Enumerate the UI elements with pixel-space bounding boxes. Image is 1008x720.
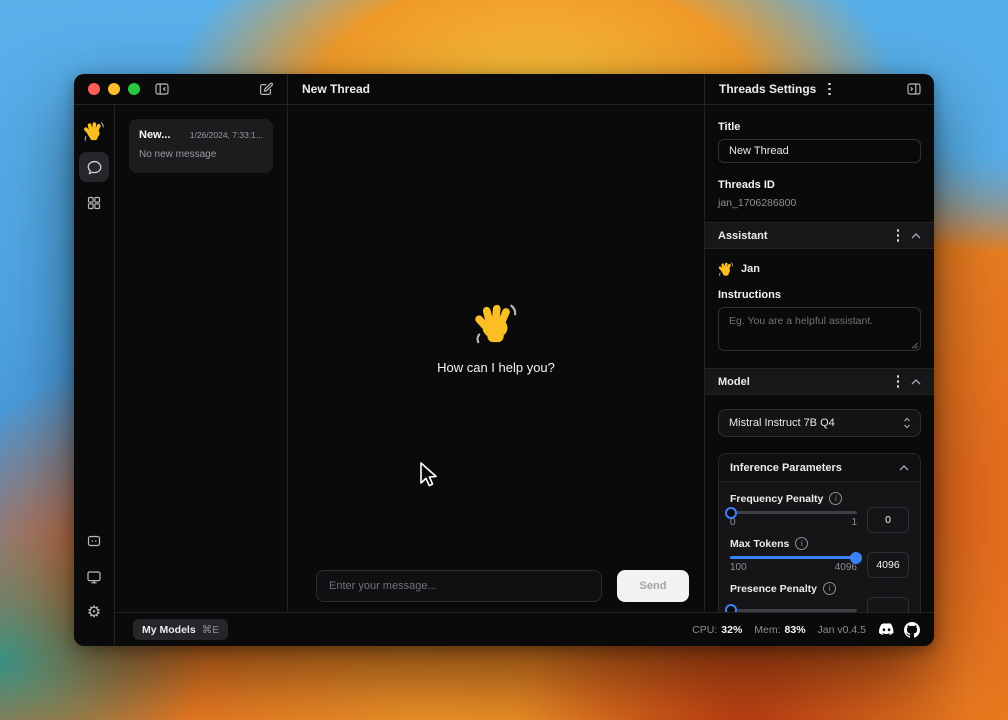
topbar-main-section: New Thread: [288, 74, 705, 104]
slider-knob[interactable]: [725, 604, 737, 612]
thread-list: New... 1/26/2024, 7:33:1... No new messa…: [115, 105, 288, 612]
close-window-button[interactable]: [88, 83, 100, 95]
settings-gear-icon: ⚙: [87, 605, 101, 621]
empty-thread-hero: How can I help you?: [288, 105, 704, 570]
chevron-up-icon[interactable]: [899, 465, 909, 471]
github-icon[interactable]: [904, 622, 920, 638]
greeting-text: How can I help you?: [437, 360, 555, 375]
presence-penalty-value[interactable]: [867, 597, 909, 612]
assistant-menu-icon[interactable]: [895, 227, 902, 244]
message-input-row: Send: [316, 570, 689, 602]
info-icon[interactable]: [829, 492, 842, 505]
frequency-penalty-value[interactable]: 0: [867, 507, 909, 533]
assistant-section-header[interactable]: Assistant: [705, 222, 934, 249]
thread-settings-menu-icon[interactable]: [826, 81, 833, 98]
message-input[interactable]: [316, 570, 602, 602]
inference-parameters-card: Inference Parameters Frequency Penalty: [718, 453, 921, 612]
slider-knob[interactable]: [850, 552, 862, 564]
collapse-right-panel-icon[interactable]: [906, 81, 922, 97]
my-models-button[interactable]: My Models ⌘E: [133, 619, 228, 640]
model-select[interactable]: Mistral Instruct 7B Q4: [718, 409, 921, 437]
sidebar-item-system-monitor[interactable]: [79, 562, 109, 592]
app-version: Jan v0.4.5: [818, 624, 866, 636]
threads-id-label: Threads ID: [718, 179, 921, 191]
model-selected-value: Mistral Instruct 7B Q4: [729, 417, 835, 429]
sidebar-item-chat[interactable]: [79, 152, 109, 182]
assistant-name: Jan: [741, 263, 760, 275]
info-icon[interactable]: [795, 537, 808, 550]
app-logo-wave-emoji[interactable]: [79, 116, 109, 146]
discord-icon[interactable]: [878, 623, 895, 636]
threads-id-value: jan_1706286800: [718, 197, 921, 209]
thread-title-input[interactable]: [718, 139, 921, 163]
cpu-value: 32%: [721, 624, 742, 636]
thread-item-timestamp: 1/26/2024, 7:33:1...: [190, 130, 263, 140]
max-tokens-slider[interactable]: [730, 556, 857, 559]
mem-label: Mem:: [754, 624, 780, 636]
chevron-up-icon[interactable]: [911, 233, 921, 239]
mem-value: 83%: [785, 624, 806, 636]
instructions-label: Instructions: [718, 289, 921, 301]
send-button[interactable]: Send: [617, 570, 689, 602]
max-tokens-param: Max Tokens 100: [730, 537, 909, 575]
window-topbar: New Thread Threads Settings: [74, 74, 934, 105]
thread-item-title: New...: [139, 129, 170, 141]
my-models-shortcut: ⌘E: [202, 624, 220, 636]
model-menu-icon[interactable]: [895, 373, 902, 390]
topbar-right-section: Threads Settings: [705, 74, 934, 104]
max-tokens-value[interactable]: 4096: [867, 552, 909, 578]
presence-penalty-param: Presence Penalty: [730, 582, 909, 612]
zoom-window-button[interactable]: [128, 83, 140, 95]
mouse-cursor: [417, 461, 439, 491]
sidebar-item-local-server[interactable]: [79, 526, 109, 556]
collapse-left-panel-icon[interactable]: [154, 81, 170, 97]
instructions-textarea[interactable]: [718, 307, 921, 351]
thread-list-item[interactable]: New... 1/26/2024, 7:33:1... No new messa…: [129, 119, 273, 173]
select-updown-icon: [903, 417, 911, 429]
wave-emoji: [718, 261, 734, 277]
desktop-wallpaper: { "topbar": { "main_title": "New Thread"…: [0, 0, 1008, 720]
slider-knob[interactable]: [725, 507, 737, 519]
panel-title: Threads Settings: [719, 82, 816, 96]
chat-area: How can I help you? Send: [288, 105, 705, 612]
main-title: New Thread: [302, 82, 370, 96]
model-section-header[interactable]: Model: [705, 368, 934, 395]
presence-penalty-slider[interactable]: [730, 609, 857, 612]
inference-parameters-header[interactable]: Inference Parameters: [719, 454, 920, 482]
info-icon[interactable]: [823, 582, 836, 595]
title-label: Title: [718, 121, 921, 133]
frequency-penalty-slider[interactable]: [730, 511, 857, 514]
new-thread-icon[interactable]: [258, 81, 274, 97]
sidebar-item-hub[interactable]: [79, 188, 109, 218]
jan-app-window: New Thread Threads Settings: [74, 74, 934, 646]
topbar-left-section: [74, 74, 288, 104]
status-bar: My Models ⌘E CPU: 32% Mem: 83% Jan v0.4.…: [115, 612, 934, 646]
cpu-label: CPU:: [692, 624, 717, 636]
thread-item-preview: No new message: [139, 149, 263, 160]
wave-emoji: [473, 300, 519, 346]
frequency-penalty-param: Frequency Penalty: [730, 492, 909, 530]
ribbon-sidebar: ⚙: [74, 104, 115, 646]
content-row: New... 1/26/2024, 7:33:1... No new messa…: [115, 105, 934, 612]
chevron-up-icon[interactable]: [911, 379, 921, 385]
resize-grip-icon[interactable]: [911, 342, 918, 349]
assistant-identity: Jan: [718, 261, 921, 277]
sidebar-item-settings[interactable]: ⚙: [79, 598, 109, 628]
thread-settings-panel: Title Threads ID jan_1706286800 Assistan…: [705, 105, 934, 612]
window-controls: [88, 83, 140, 95]
minimize-window-button[interactable]: [108, 83, 120, 95]
